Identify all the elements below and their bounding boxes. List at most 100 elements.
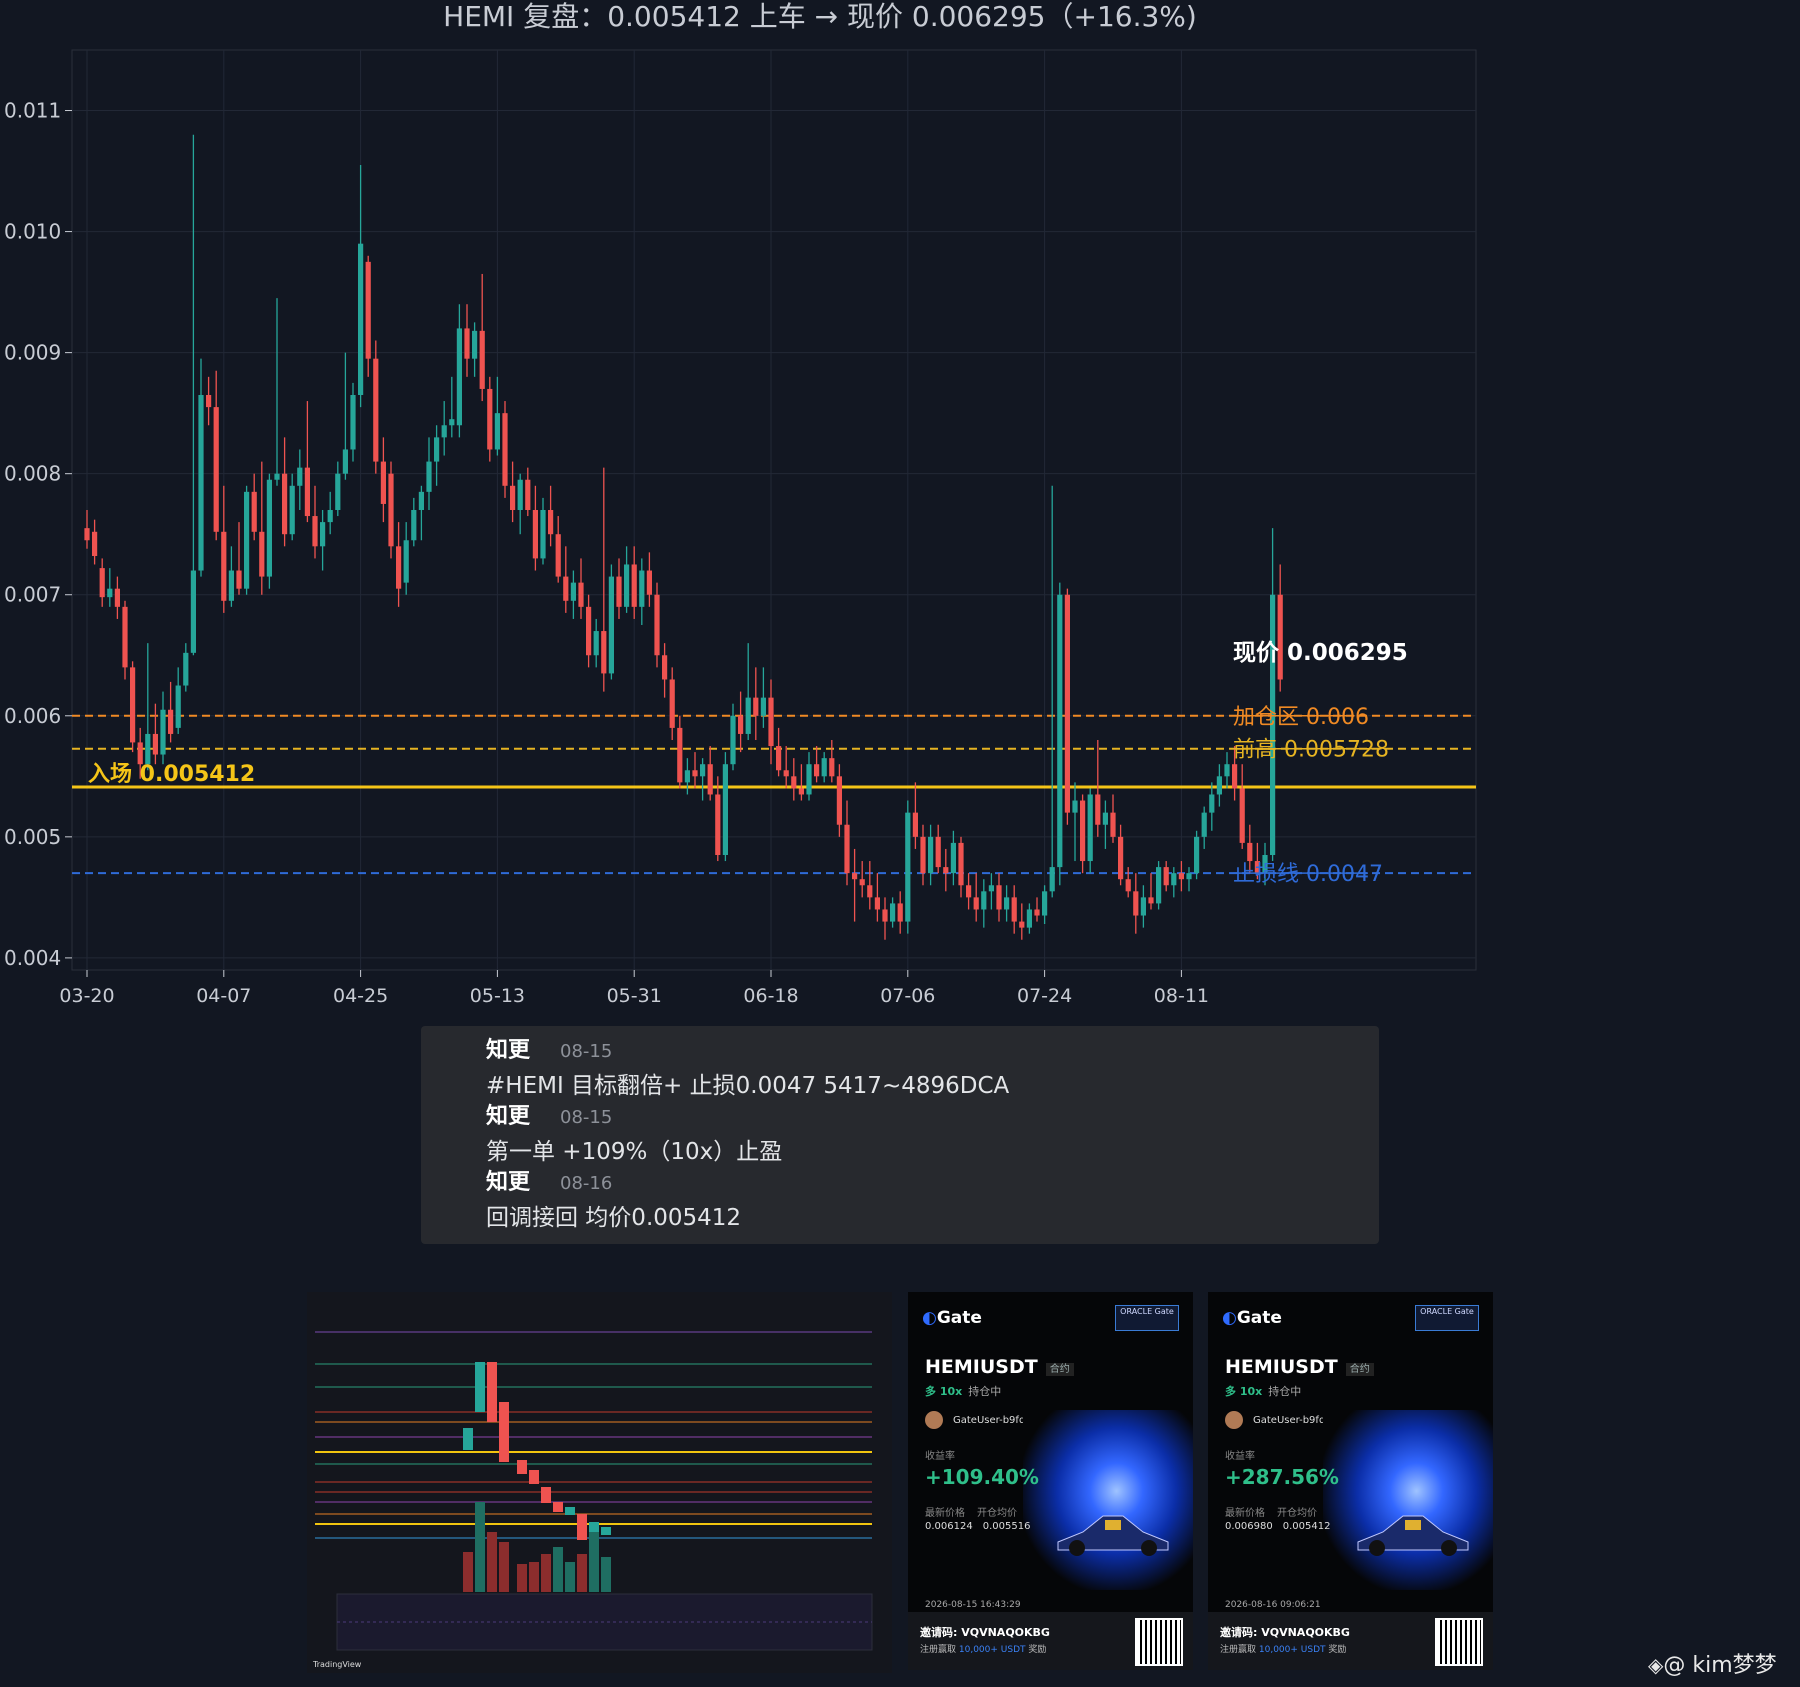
y-tick-label: 0.004 — [4, 946, 61, 970]
yield-value: +109.40% — [925, 1465, 1039, 1489]
candle-body — [1125, 879, 1131, 892]
card-footer: 邀请码: VQVNAQOKBG 注册赢取 10,000+ USDT 奖励 — [908, 1612, 1193, 1670]
candle-body — [707, 764, 713, 795]
y-tick-label: 0.011 — [4, 99, 61, 123]
message-panel: 知更 08-15 #HEMI 目标翻倍+ 止损0.0047 5417~4896DC… — [421, 1026, 1379, 1244]
candle-body — [669, 679, 675, 728]
tradingview-thumbnail: TradingView — [307, 1292, 892, 1673]
candle-body — [388, 473, 394, 547]
candle-body — [867, 885, 873, 898]
candle-body — [943, 867, 949, 874]
candle-body — [684, 770, 690, 783]
candle-body — [753, 697, 759, 716]
candle-body — [190, 570, 196, 653]
message-text: 回调接回 均价0.005412 — [486, 1205, 742, 1231]
candle-body — [175, 685, 181, 728]
y-tick-label: 0.009 — [4, 341, 61, 365]
candle-body — [730, 715, 736, 765]
y-tick-label: 0.006 — [4, 704, 61, 728]
candle-body — [814, 764, 820, 777]
candle-body — [852, 873, 858, 880]
candle-body — [1224, 764, 1230, 777]
candle-body — [654, 594, 660, 656]
candle-body — [472, 330, 478, 359]
candle-body — [525, 479, 531, 510]
sponsor-badge: ORACLE Gate — [1415, 1305, 1479, 1331]
candle-body — [722, 764, 728, 855]
candle-body — [266, 479, 272, 577]
x-tick-label: 04-07 — [196, 985, 251, 1007]
candle-body — [859, 879, 865, 886]
candle-body — [358, 243, 364, 395]
binance-icon: ◈ — [1648, 1653, 1664, 1677]
register-reward: 注册赢取 10,000+ USDT 奖励 — [1220, 1645, 1347, 1655]
candle-body — [905, 812, 911, 922]
avatar — [1225, 1411, 1243, 1429]
candle-body — [1019, 921, 1025, 928]
candle-body — [715, 794, 721, 855]
price-values: 0.006980 0.005412 — [1225, 1521, 1331, 1532]
candle-body — [145, 733, 151, 765]
candle-body — [548, 510, 554, 535]
candle-body — [882, 909, 888, 922]
gate-logo: ◐Gate — [1222, 1308, 1282, 1328]
candle-body — [646, 570, 652, 595]
position: 多 10x 持仓中 — [1225, 1385, 1302, 1398]
candle-body — [662, 655, 668, 680]
x-tick-label: 05-31 — [607, 985, 662, 1007]
candle-body — [1064, 594, 1070, 813]
candle-body — [137, 742, 143, 765]
candle-body — [1004, 897, 1010, 910]
candle-body — [1011, 897, 1017, 922]
candle-body — [1171, 873, 1177, 886]
x-tick-label: 06-18 — [743, 985, 798, 1007]
candle-body — [601, 631, 607, 674]
candle-body — [624, 564, 630, 607]
candle-body — [221, 531, 227, 601]
candle-body — [760, 697, 766, 716]
candle-body — [1049, 867, 1055, 892]
glow-background — [1323, 1410, 1493, 1590]
candle-body — [1095, 794, 1101, 825]
candle-body — [418, 491, 424, 510]
candle-body — [327, 510, 333, 523]
candle-body — [312, 516, 318, 547]
candle-body — [821, 758, 827, 777]
symbol: HEMIUSDT 合约 — [925, 1356, 1074, 1378]
candle-body — [1194, 836, 1200, 874]
current-price-label: 现价 0.006295 — [1233, 640, 1408, 666]
glow-background — [1023, 1410, 1193, 1590]
position: 多 10x 持仓中 — [925, 1385, 1002, 1398]
level-label: 前高 0.005728 — [1233, 738, 1389, 763]
candle-body — [479, 330, 485, 389]
candle-body — [798, 788, 804, 795]
candle-body — [1118, 836, 1124, 880]
y-tick-label: 0.005 — [4, 825, 61, 849]
candle-body — [84, 528, 90, 541]
sponsor-badge: ORACLE Gate — [1115, 1305, 1179, 1331]
candle-body — [996, 885, 1002, 910]
candle-body — [874, 897, 880, 910]
candle-body — [236, 570, 242, 589]
candle-body — [441, 425, 447, 438]
candle-body — [586, 606, 592, 656]
x-axis: 03-20 04-07 04-25 05-13 05-31 06-18 07-06 07-24… — [59, 970, 1209, 1007]
candle-body — [183, 652, 189, 686]
candle-body — [555, 534, 561, 577]
gate-logo: ◐Gate — [922, 1308, 982, 1328]
candle-body — [806, 764, 812, 795]
candle-body — [426, 461, 432, 492]
candle-body — [950, 842, 956, 874]
candle-body — [1102, 812, 1108, 825]
candle-body — [1087, 794, 1093, 862]
candle-body — [517, 479, 523, 510]
candle-body — [396, 546, 402, 589]
price-chart: 0.004 0.005 0.006 0.007 0.008 0.009 0.010 0.011… — [4, 49, 1477, 1007]
candle-body — [251, 491, 257, 532]
register-reward: 注册赢取 10,000+ USDT 奖励 — [920, 1645, 1047, 1655]
candle-body — [168, 709, 174, 734]
mini-chart — [307, 1292, 892, 1673]
candle-body — [677, 727, 683, 783]
candle-body — [616, 576, 622, 607]
price-labels: 最新价格 开仓均价 — [925, 1508, 1017, 1519]
